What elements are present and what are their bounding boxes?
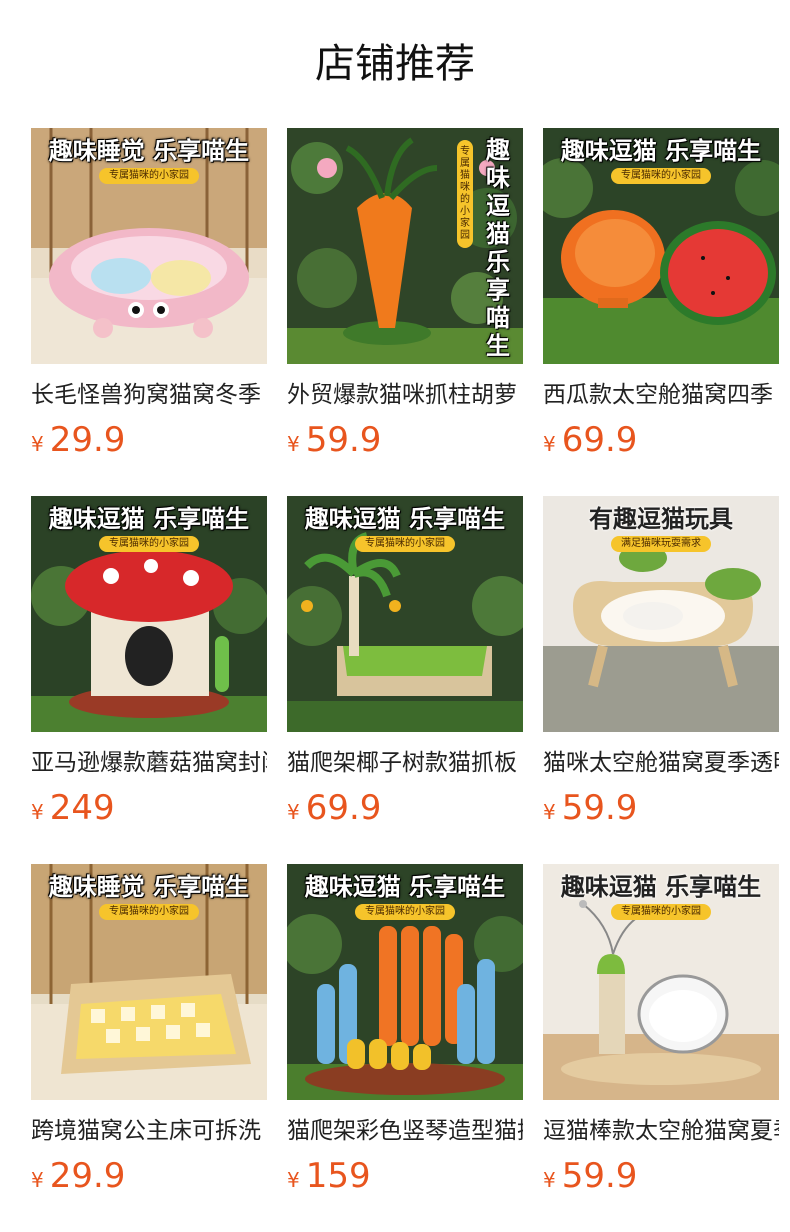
product-card[interactable]: 趣味睡觉 乐享喵生 专属猫咪的小家园 长毛怪兽狗窝猫窝冬季 ¥29.9	[31, 128, 267, 496]
product-price: ¥69.9	[287, 788, 523, 834]
image-banner: 趣味逗猫 乐享喵生	[560, 137, 762, 165]
product-card[interactable]: 有趣逗猫玩具 满足猫咪玩耍需求 猫咪太空舱猫窝夏季透明 ¥59.9	[543, 496, 779, 864]
price-value: 29.9	[49, 1156, 126, 1196]
currency-symbol: ¥	[287, 1168, 300, 1192]
product-card[interactable]: 趣味逗猫 乐享喵生 专属猫咪的小家园 逗猫棒款太空舱猫窝夏季 ¥59.9	[543, 864, 779, 1232]
image-banner: 趣味逗猫 乐享喵生	[48, 505, 250, 533]
product-card[interactable]: 趣味逗猫 乐享喵生 专属猫咪的小家园 猫爬架彩色竖琴造型猫抓 ¥159	[287, 864, 523, 1232]
product-image[interactable]: 趣味睡觉 乐享喵生 专属猫咪的小家园	[31, 864, 267, 1100]
image-banner: 趣味逗猫 乐享喵生	[304, 505, 506, 533]
currency-symbol: ¥	[543, 1168, 556, 1192]
product-name[interactable]: 亚马逊爆款蘑菇猫窝封闭	[31, 746, 267, 780]
product-card[interactable]: 趣味逗猫 乐享喵生 专属猫咪的小家园 西瓜款太空舱猫窝四季 ¥69.9	[543, 128, 779, 496]
product-price: ¥59.9	[287, 420, 523, 466]
product-name[interactable]: 猫咪太空舱猫窝夏季透明	[543, 746, 779, 780]
price-value: 59.9	[561, 788, 638, 828]
image-banner: 有趣逗猫玩具	[589, 505, 733, 533]
product-price: ¥69.9	[543, 420, 779, 466]
product-image[interactable]: 趣味逗猫 乐享喵生 专属猫咪的小家园	[543, 128, 779, 364]
product-card[interactable]: 趣味逗猫 乐享喵生 专属猫咪的小家园 猫爬架椰子树款猫抓板 ¥69.9	[287, 496, 523, 864]
product-name[interactable]: 西瓜款太空舱猫窝四季	[543, 378, 779, 412]
product-name[interactable]: 猫爬架椰子树款猫抓板	[287, 746, 523, 780]
image-tag: 专属猫咪的小家园	[611, 168, 711, 184]
product-image[interactable]: 趣味逗猫乐享喵生 专属猫咪的小家园	[287, 128, 523, 364]
image-tag: 专属猫咪的小家园	[611, 904, 711, 920]
image-banner: 趣味逗猫 乐享喵生	[560, 873, 762, 901]
currency-symbol: ¥	[287, 432, 300, 456]
product-name[interactable]: 外贸爆款猫咪抓柱胡萝卜	[287, 378, 523, 412]
price-value: 69.9	[561, 420, 638, 460]
image-tag: 专属猫咪的小家园	[99, 536, 199, 552]
image-banner: 趣味睡觉 乐享喵生	[48, 873, 250, 901]
image-tag: 专属猫咪的小家园	[355, 904, 455, 920]
image-banner: 趣味逗猫 乐享喵生	[304, 873, 506, 901]
product-price: ¥59.9	[543, 788, 779, 834]
currency-symbol: ¥	[31, 1168, 44, 1192]
product-name[interactable]: 逗猫棒款太空舱猫窝夏季	[543, 1114, 779, 1148]
product-name[interactable]: 猫爬架彩色竖琴造型猫抓	[287, 1114, 523, 1148]
product-image[interactable]: 趣味逗猫 乐享喵生 专属猫咪的小家园	[287, 864, 523, 1100]
product-price: ¥59.9	[543, 1156, 779, 1202]
product-image[interactable]: 趣味逗猫 乐享喵生 专属猫咪的小家园	[287, 496, 523, 732]
image-tag: 满足猫咪玩耍需求	[611, 536, 711, 552]
price-value: 59.9	[305, 420, 382, 460]
product-card[interactable]: 趣味睡觉 乐享喵生 专属猫咪的小家园 跨境猫窝公主床可拆洗 ¥29.9	[31, 864, 267, 1232]
price-value: 29.9	[49, 420, 126, 460]
product-name[interactable]: 长毛怪兽狗窝猫窝冬季	[31, 378, 267, 412]
price-value: 69.9	[305, 788, 382, 828]
product-card[interactable]: 趣味逗猫乐享喵生 专属猫咪的小家园 外贸爆款猫咪抓柱胡萝卜 ¥59.9	[287, 128, 523, 496]
image-tag: 专属猫咪的小家园	[457, 140, 473, 248]
product-grid: 趣味睡觉 乐享喵生 专属猫咪的小家园 长毛怪兽狗窝猫窝冬季 ¥29.9 趣味逗猫…	[31, 128, 779, 1232]
product-image[interactable]: 有趣逗猫玩具 满足猫咪玩耍需求	[543, 496, 779, 732]
product-name[interactable]: 跨境猫窝公主床可拆洗	[31, 1114, 267, 1148]
product-card[interactable]: 趣味逗猫 乐享喵生 专属猫咪的小家园 亚马逊爆款蘑菇猫窝封闭 ¥249	[31, 496, 267, 864]
image-tag: 专属猫咪的小家园	[99, 904, 199, 920]
product-price: ¥29.9	[31, 420, 267, 466]
product-price: ¥249	[31, 788, 267, 834]
price-value: 59.9	[561, 1156, 638, 1196]
currency-symbol: ¥	[287, 800, 300, 824]
product-image[interactable]: 趣味睡觉 乐享喵生 专属猫咪的小家园	[31, 128, 267, 364]
section-title: 店铺推荐	[315, 41, 475, 87]
image-banner: 趣味逗猫乐享喵生	[486, 136, 510, 360]
image-tag: 专属猫咪的小家园	[99, 168, 199, 184]
price-value: 159	[305, 1156, 371, 1196]
currency-symbol: ¥	[543, 432, 556, 456]
price-value: 249	[49, 788, 115, 828]
product-image[interactable]: 趣味逗猫 乐享喵生 专属猫咪的小家园	[31, 496, 267, 732]
product-image[interactable]: 趣味逗猫 乐享喵生 专属猫咪的小家园	[543, 864, 779, 1100]
currency-symbol: ¥	[543, 800, 556, 824]
product-price: ¥159	[287, 1156, 523, 1202]
product-price: ¥29.9	[31, 1156, 267, 1202]
image-tag: 专属猫咪的小家园	[355, 536, 455, 552]
image-banner: 趣味睡觉 乐享喵生	[48, 137, 250, 165]
store-recommendations-page: 店铺推荐 趣味睡觉 乐享喵生 专属猫咪的小家园 长毛怪兽狗窝猫窝冬季 ¥ 29.…	[0, 0, 790, 1232]
currency-symbol: ¥	[31, 800, 44, 824]
currency-symbol: ¥	[31, 432, 44, 456]
